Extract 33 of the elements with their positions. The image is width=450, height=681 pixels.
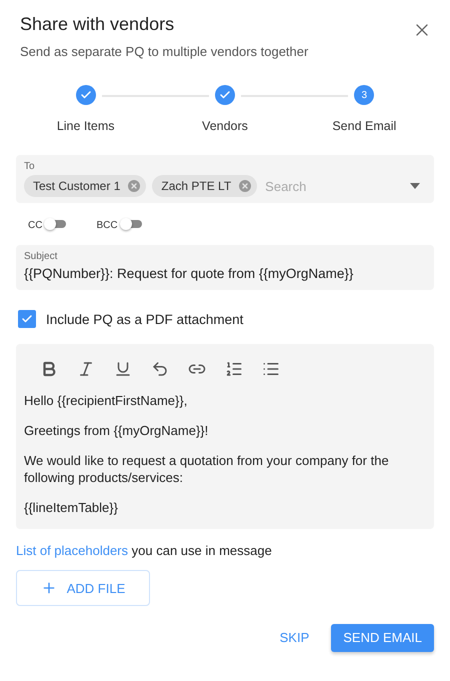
checkbox-label: Include PQ as a PDF attachment	[46, 312, 244, 326]
step-label: Line Items	[56, 119, 114, 133]
dialog-title: Share with vendors	[20, 14, 176, 35]
italic-icon[interactable]	[77, 360, 95, 378]
step-label: Vendors	[202, 119, 248, 133]
message-editor[interactable]: Hello {{recipientFirstName}}, Greetings from {{myOrgName}}! We would like to request a quotation from your company for the following products/services: {{lineItemTable}}	[16, 344, 434, 529]
dialog-subtitle: Send as separate PQ to multiple vendors together	[20, 44, 308, 59]
underline-icon[interactable]	[114, 360, 132, 378]
step-label: Send Email	[332, 119, 396, 133]
step-number: 3	[354, 85, 374, 105]
numbered-list-icon[interactable]	[225, 360, 243, 378]
recipient-chip[interactable]: Test Customer 1	[24, 175, 146, 197]
toggle-switch[interactable]	[120, 218, 142, 230]
toggle-label: CC	[28, 220, 42, 231]
recipients-field[interactable]: To Test Customer 1 Zach PTE LT Search	[16, 155, 434, 203]
message-paragraph: Hello {{recipientFirstName}},	[24, 392, 188, 409]
toggle-label: BCC	[96, 220, 118, 231]
placeholders-note: List of placeholders you can use in message	[16, 543, 273, 558]
message-paragraph: {{lineItemTable}}	[24, 499, 119, 516]
field-label: Subject	[24, 251, 58, 262]
undo-icon[interactable]	[151, 360, 169, 378]
plus-icon	[40, 580, 57, 596]
message-paragraph: We would like to request a quotation from your company for the following products/services:	[24, 452, 390, 486]
subject-field[interactable]: Subject {{PQNumber}}: Request for quote from {{myOrgName}}	[16, 245, 434, 290]
message-paragraph: Greetings from {{myOrgName}}!	[24, 422, 210, 439]
toggle-switch[interactable]	[44, 218, 66, 230]
bulleted-list-icon[interactable]	[262, 360, 280, 378]
subject-value: {{PQNumber}}: Request for quote from {{myOrgName}}	[24, 265, 354, 283]
dropdown-caret-icon[interactable]	[410, 183, 420, 189]
checkbox[interactable]	[18, 310, 36, 328]
field-label: To	[24, 161, 35, 172]
recipient-chip[interactable]: Zach PTE LT	[152, 175, 258, 197]
check-icon	[21, 313, 33, 325]
